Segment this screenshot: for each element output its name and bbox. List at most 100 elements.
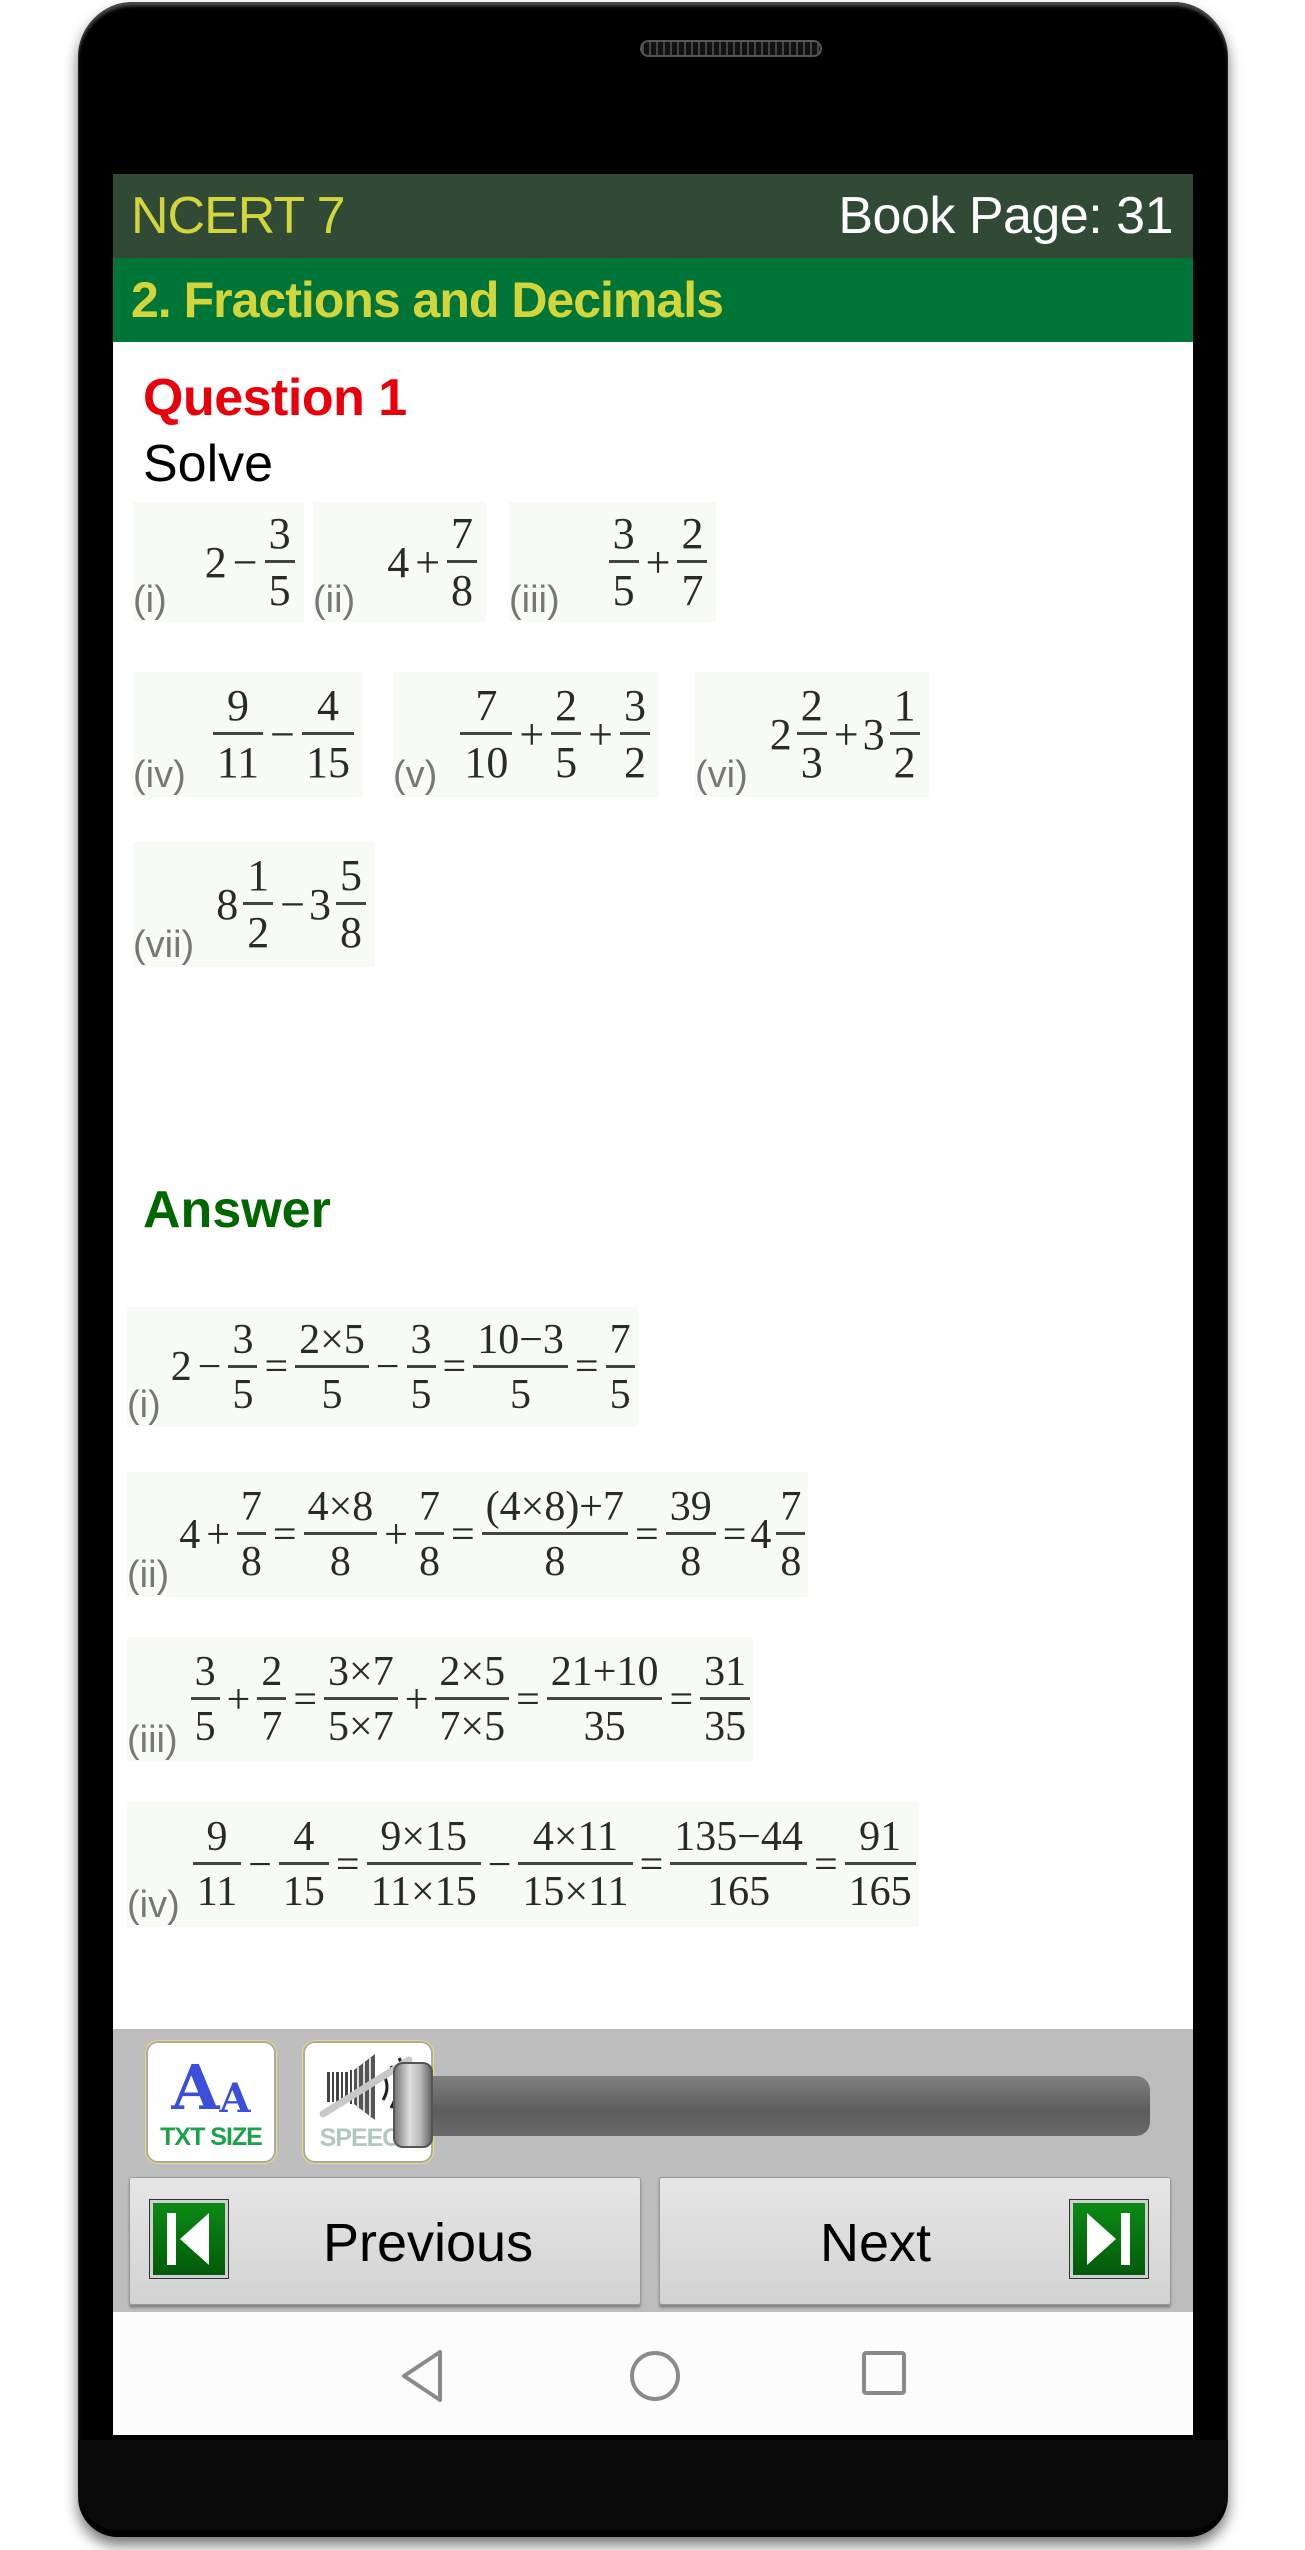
question-title: Question 1 bbox=[143, 369, 407, 427]
operator: = bbox=[335, 1841, 360, 1888]
part-label: (v) bbox=[393, 754, 438, 796]
whole-number: 2 bbox=[170, 1344, 192, 1390]
fraction: 78 bbox=[447, 511, 478, 613]
fraction: 4 15 bbox=[301, 684, 354, 785]
question-part-iii: (iii) 35 + 27 bbox=[509, 502, 717, 622]
whole-number: 8 bbox=[216, 880, 239, 929]
operator: + bbox=[645, 537, 671, 587]
fraction: 12 bbox=[243, 854, 274, 955]
app-screen: NCERT 7 Book Page: 31 2. Fractions and D… bbox=[113, 174, 1193, 2435]
fraction: (4×8)+7 8 bbox=[481, 1486, 628, 1583]
fraction: 710 bbox=[460, 684, 513, 785]
part-label: (i) bbox=[127, 1384, 161, 1426]
operator: + bbox=[404, 1676, 429, 1723]
answer-part-i: (i) 2−3 5 = 2×5 5−3 5 = 10−3 5 = 7 5 bbox=[127, 1307, 638, 1427]
operator: − bbox=[197, 1344, 222, 1390]
back-icon[interactable] bbox=[398, 2348, 448, 2404]
operator: + bbox=[519, 710, 545, 759]
operator: − bbox=[280, 880, 306, 929]
operator: = bbox=[450, 1511, 475, 1558]
book-page-indicator: Book Page: 31 bbox=[838, 187, 1173, 245]
operator: = bbox=[669, 1676, 694, 1723]
fraction: 35 bbox=[228, 1319, 258, 1416]
operator: + bbox=[206, 1511, 230, 1558]
whole-number: 2 bbox=[204, 537, 227, 587]
skip-next-icon bbox=[1069, 2199, 1149, 2279]
home-icon[interactable] bbox=[627, 2348, 683, 2404]
answer-title: Answer bbox=[143, 1181, 331, 1239]
fraction: 27 bbox=[677, 511, 708, 613]
fraction: 35 bbox=[190, 1651, 220, 1748]
fraction: 58 bbox=[336, 854, 367, 955]
fraction: 21+10 35 bbox=[546, 1651, 663, 1748]
next-label: Next bbox=[820, 2213, 932, 2273]
fraction: 78 bbox=[236, 1486, 266, 1583]
fraction: 4×8 8 bbox=[303, 1486, 378, 1583]
part-label: (ii) bbox=[313, 579, 356, 621]
operator: − bbox=[487, 1841, 512, 1888]
fraction: 31 35 bbox=[700, 1651, 751, 1748]
fraction: 32 bbox=[619, 684, 650, 785]
operator: = bbox=[639, 1841, 664, 1888]
operator: = bbox=[722, 1511, 747, 1558]
whole-number: 2 bbox=[769, 710, 792, 759]
operator: = bbox=[442, 1344, 467, 1390]
answer-part-iii: (iii) 3 5 +2 7 = 3×7 5×7 +2×5 7×5 = 21+10 35 = 31 35 bbox=[127, 1637, 754, 1762]
part-label: (iv) bbox=[127, 1884, 180, 1926]
content-scroll-area[interactable]: Question 1 Solve (i) 2 − 35 (ii) 4 + 78 … bbox=[113, 342, 1193, 2202]
operator: + bbox=[384, 1511, 408, 1558]
fraction: 4 15 bbox=[278, 1816, 329, 1913]
part-label: (iii) bbox=[127, 1719, 178, 1761]
text-size-icon: AA bbox=[171, 2050, 251, 2124]
question-part-v: (v) 7 10 + 25 + 32 bbox=[393, 672, 659, 797]
speech-rate-slider-thumb[interactable] bbox=[393, 2062, 433, 2148]
system-navigation-bar bbox=[113, 2312, 1193, 2435]
fraction: 75 bbox=[605, 1319, 635, 1416]
answer-part-iv: (iv) 9 11−4 15 = 9×15 11×15−4×11 15×11 = 135−44 16… bbox=[127, 1802, 919, 1927]
operator: + bbox=[415, 537, 441, 587]
part-label: (vi) bbox=[695, 754, 748, 796]
fraction: 135−44 165 bbox=[670, 1816, 807, 1913]
fraction: 12 bbox=[889, 684, 920, 785]
operator: = bbox=[264, 1344, 289, 1390]
fraction: 78 bbox=[776, 1486, 806, 1583]
part-label: (ii) bbox=[127, 1554, 170, 1596]
fraction: 9×15 11×15 bbox=[366, 1816, 481, 1913]
fraction: 25 bbox=[551, 684, 582, 785]
operator: + bbox=[833, 710, 859, 759]
question-part-ii: (ii) 4 + 78 bbox=[313, 502, 487, 622]
fraction: 35 bbox=[608, 511, 639, 613]
fraction: 23 bbox=[796, 684, 827, 785]
fraction: 9 11 bbox=[212, 684, 264, 785]
whole-number: 4 bbox=[750, 1511, 772, 1558]
question-part-i: (i) 2 − 35 bbox=[133, 502, 304, 622]
operator: = bbox=[813, 1841, 838, 1888]
operator: − bbox=[232, 537, 258, 587]
question-text: Solve bbox=[143, 435, 274, 493]
fraction: 2×5 7×5 bbox=[435, 1651, 510, 1748]
operator: = bbox=[516, 1676, 540, 1723]
text-size-button[interactable]: AA TXT SIZE bbox=[146, 2041, 276, 2163]
next-button[interactable]: Next bbox=[659, 2177, 1171, 2305]
previous-label: Previous bbox=[323, 2213, 534, 2273]
fraction: 2×5 5 bbox=[295, 1319, 369, 1416]
speech-rate-slider-track[interactable] bbox=[398, 2076, 1150, 2136]
chapter-title: 2. Fractions and Decimals bbox=[131, 272, 724, 328]
operator: − bbox=[248, 1841, 272, 1888]
part-label: (iv) bbox=[133, 754, 186, 796]
answer-part-ii: (ii) 4 +7 8 = 4×8 8 +7 8 = (4×8)+7 8 = 39 8 = 4 7 8 bbox=[127, 1472, 809, 1597]
operator: = bbox=[635, 1511, 659, 1558]
fraction: 35 bbox=[264, 511, 295, 613]
previous-button[interactable]: Previous bbox=[129, 2177, 641, 2305]
fraction: 27 bbox=[257, 1651, 287, 1748]
question-part-iv: (iv) 9 11 − 4 15 bbox=[133, 672, 363, 797]
app-title: NCERT 7 bbox=[131, 187, 346, 245]
operator: = bbox=[574, 1344, 599, 1390]
fraction: 39 8 bbox=[665, 1486, 716, 1583]
app-header: NCERT 7 Book Page: 31 bbox=[113, 174, 1193, 258]
recents-icon[interactable] bbox=[859, 2348, 909, 2398]
whole-number: 4 bbox=[387, 537, 410, 587]
fraction: 78 bbox=[414, 1486, 444, 1583]
whole-number: 3 bbox=[862, 710, 885, 759]
operator: + bbox=[226, 1676, 251, 1723]
